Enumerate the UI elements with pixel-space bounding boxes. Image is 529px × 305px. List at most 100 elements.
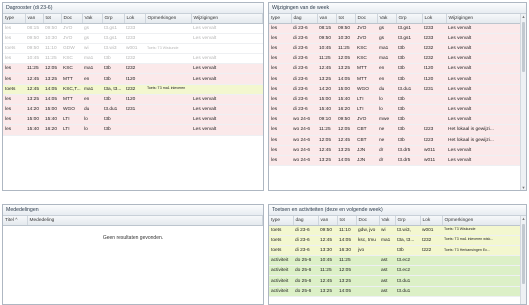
column-header[interactable]: Lok — [124, 14, 146, 24]
table-cell: en — [377, 63, 396, 75]
table-row[interactable]: les 14:20 15:00 WGO du t3.du1 t231 Les vervalt — [3, 104, 263, 116]
table-row[interactable]: les 09:50 10:30 JVO gs t3.gs1 t233 Les vervalt — [3, 33, 263, 44]
table-cell: 12:05 — [317, 135, 336, 146]
column-header[interactable]: van — [25, 14, 44, 24]
table-row[interactable]: les di 23-6 09:50 10:30 JVO gs t3.gs1 t233 Les v… — [269, 33, 521, 44]
table-row[interactable]: les di 23-6 14:20 15:00 WGO du t3.du1 t231 Les v… — [269, 84, 521, 95]
column-header[interactable]: type — [269, 216, 294, 226]
column-header[interactable]: Opmerkingen — [442, 216, 521, 226]
table-cell: t233 — [124, 33, 145, 44]
table-row[interactable]: les wo 24-6 11:25 12:05 CBT ne t3b t223 Het loka… — [269, 124, 521, 136]
table-cell: 12:05 — [336, 124, 355, 136]
table-cell: 15:40 — [317, 104, 336, 116]
table-cell: en — [377, 73, 396, 85]
scroll-up-icon[interactable]: ▲ — [521, 14, 526, 19]
table-cell: 11:25 — [336, 43, 355, 55]
table-cell: les — [269, 23, 291, 34]
table-cell: Les vervalt — [446, 63, 521, 75]
column-header[interactable]: Lok — [420, 216, 443, 226]
table-cell: Les vervalt — [446, 84, 521, 95]
scroll-up-icon[interactable]: ▲ — [521, 216, 526, 221]
table-row[interactable]: toets 12:45 14:05 KSC,T... ma1 t3a, t3... t232… — [3, 84, 263, 95]
column-header[interactable]: Opmerkingen — [145, 14, 192, 24]
scroll-down-icon[interactable]: ▼ — [521, 185, 526, 190]
table-cell: CBT — [355, 124, 377, 136]
column-header[interactable]: Grp — [396, 14, 423, 24]
table-row[interactable]: les di 23-6 11:25 12:05 KSC ma1 t3b t232 Les ver… — [269, 53, 521, 65]
table-cell: wo 24-6 — [291, 114, 317, 126]
column-header[interactable]: Wijzigingen — [446, 14, 521, 24]
table-row[interactable]: activiteit do 25-6 13:25 14:05 ast t3.du1 — [269, 286, 521, 297]
table-cell: MTT — [61, 94, 82, 106]
column-header[interactable]: van — [317, 14, 337, 24]
table-row[interactable]: les 13:25 14:05 MTT en t3b t120 Les vervalt — [3, 94, 263, 106]
table-row[interactable]: les di 23-6 13:25 14:05 MTT en t3b t120 Les verv… — [269, 73, 521, 85]
column-header[interactable]: dag — [291, 14, 318, 24]
table-row[interactable]: les wo 24-6 12:05 12:45 CBT ne t3b t223 Het loka… — [269, 135, 521, 146]
table-row[interactable]: les 11:25 12:05 KSC ma1 t3b t232 Les vervalt — [3, 63, 263, 75]
table-cell: w001 — [124, 43, 145, 55]
column-header[interactable]: Doc — [355, 14, 378, 24]
table-cell: les — [269, 114, 291, 126]
table-cell: t120 — [124, 73, 145, 85]
table-row[interactable]: toets di 23-6 09:50 11:10 gdw, jvo wi t3.wi3, w… — [269, 225, 521, 236]
table-row[interactable]: activiteit do 25-6 11:25 12:05 ast t3.ec2 — [269, 265, 521, 277]
table-row[interactable]: toets di 23-6 13:30 16:30 jvo t3b t222 Toets: T… — [269, 245, 521, 257]
column-header[interactable]: Lok — [422, 14, 447, 24]
vertical-scrollbar[interactable]: ▲ ▼ — [520, 14, 526, 190]
vertical-scrollbar[interactable]: ▲ — [520, 216, 526, 304]
table-row[interactable]: les di 23-6 12:45 13:25 MTT en t3b t120 Les verv… — [269, 63, 521, 75]
table-row[interactable]: les 12:45 13:25 MTT en t3b t120 Les vervalt — [3, 73, 263, 85]
table-row[interactable]: les wo 24-6 12:45 13:25 JJN dr t3.dr5 w011 Les v… — [269, 145, 521, 156]
column-header[interactable]: Mededeling — [27, 216, 263, 226]
table-row[interactable]: les 15:40 16:20 LTI lo t3b Les vervalt — [3, 124, 263, 136]
column-header[interactable]: tot — [337, 216, 357, 226]
table-row[interactable]: les 10:45 11:25 KSC ma1 t3b t232 Les vervalt — [3, 53, 263, 65]
table-cell: Les vervalt — [446, 23, 521, 34]
table-cell: les — [269, 33, 291, 44]
table-row[interactable]: les di 23-6 10:45 11:25 KSC ma1 t3b t232 Les ver… — [269, 43, 521, 55]
column-header[interactable]: Titel ^ — [3, 216, 28, 226]
table-cell: 14:05 — [337, 235, 356, 246]
table-row[interactable]: les di 23-6 08:15 09:50 JVO gs t3.gs1 t233 Les v… — [269, 23, 521, 34]
table-cell: ma1 — [379, 235, 395, 246]
column-header[interactable]: Vak — [82, 14, 103, 24]
table-cell: t3.du1 — [395, 275, 420, 287]
table-cell: 12:45 — [336, 135, 355, 146]
table-cell: w011 — [422, 145, 446, 156]
column-header[interactable]: tot — [43, 14, 62, 24]
table-cell: 13:25 — [317, 73, 336, 85]
table-cell: Les vervalt — [446, 145, 521, 156]
column-header[interactable]: Vak — [377, 14, 397, 24]
column-header[interactable]: type — [269, 14, 292, 24]
panel-toetsen: Toetsen en activiteiten (deze en volgend… — [268, 204, 527, 305]
table-row[interactable]: activiteit do 25-6 10:45 11:25 ast t3.ec2 — [269, 255, 521, 267]
table-row[interactable]: les 08:15 09:50 JVO gs t3.gs1 t233 Les vervalt — [3, 23, 263, 34]
empty-message: Geen resultaten gevonden. — [102, 234, 164, 241]
column-header[interactable]: Doc — [61, 14, 83, 24]
table-cell: 08:15 — [317, 23, 336, 34]
column-header[interactable]: van — [318, 216, 338, 226]
table-cell: 12:05 — [43, 63, 61, 75]
column-header[interactable]: Vak — [379, 216, 396, 226]
table-row[interactable]: les wo 24-6 13:25 14:05 JJN dr t3.dr5 w011 Les v… — [269, 155, 521, 167]
scroll-thumb[interactable] — [522, 22, 525, 72]
table-cell: t231 — [124, 104, 145, 116]
column-header[interactable]: Grp — [102, 14, 125, 24]
column-header[interactable]: dag — [293, 216, 319, 226]
table-row[interactable]: les 15:00 15:40 LTI lo t3b Les vervalt — [3, 114, 263, 126]
table-cell: gs — [377, 33, 396, 44]
table-row[interactable]: les di 23-6 15:00 15:40 LTI lo t3b Les vervalt — [269, 94, 521, 106]
column-header[interactable]: Doc — [356, 216, 380, 226]
column-header[interactable]: Grp — [395, 216, 421, 226]
table-row[interactable]: les di 23-6 15:40 16:20 LTI lo t3b Les vervalt — [269, 104, 521, 116]
table-row[interactable]: toets di 23-6 12:45 14:05 ksc, tmu ma1 t3a, t3… — [269, 235, 521, 246]
table-row[interactable]: activiteit do 25-6 12:45 13:25 ast t3.du1 — [269, 275, 521, 287]
table-cell: Les vervalt — [191, 23, 263, 34]
table-row[interactable]: toets 09:50 11:10 GDW wi t3.wi3 w001 Toets: T3 … — [3, 43, 263, 55]
column-header[interactable]: Wijzigingen — [191, 14, 263, 24]
table-row[interactable]: les wo 24-6 09:10 09:50 JVO mwe t3b Les vervalt — [269, 114, 521, 126]
scroll-thumb[interactable] — [522, 224, 525, 284]
column-header[interactable]: tot — [336, 14, 356, 24]
column-header[interactable]: type — [3, 14, 26, 24]
